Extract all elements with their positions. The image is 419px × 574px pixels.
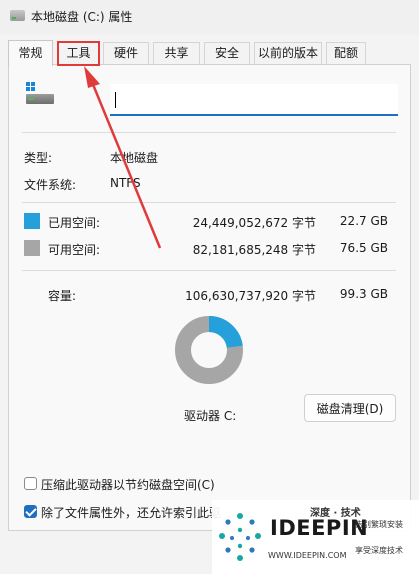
watermark-slogan-2: 享受深度技术 bbox=[355, 546, 403, 555]
tab-general[interactable]: 常规 bbox=[8, 40, 53, 66]
disk-cleanup-button[interactable]: 磁盘清理(D) bbox=[304, 394, 396, 422]
drive-large-icon bbox=[26, 82, 56, 108]
hard-drive-icon bbox=[26, 94, 54, 104]
watermark: 深度 · 技术 IDEEPIN WWW.IDEEPIN.COM 告别繁琐安装 享… bbox=[212, 500, 419, 574]
used-space-size: 22.7 GB bbox=[339, 214, 388, 228]
type-value: 本地磁盘 bbox=[110, 151, 159, 165]
windows-logo-icon bbox=[26, 82, 36, 92]
free-space-swatch bbox=[24, 240, 40, 256]
titlebar: 本地磁盘 (C:) 属性 bbox=[0, 0, 419, 34]
tools-tab-highlight-box bbox=[57, 41, 100, 66]
tab-quota[interactable]: 配额 bbox=[326, 42, 366, 65]
ideepin-logo-icon bbox=[219, 513, 261, 561]
filesystem-value: NTFS bbox=[110, 176, 141, 190]
free-space-label: 可用空间: bbox=[48, 243, 101, 257]
tab-hardware[interactable]: 硬件 bbox=[103, 42, 149, 65]
index-checkbox[interactable] bbox=[24, 505, 37, 518]
tab-previous-versions[interactable]: 以前的版本 bbox=[254, 42, 322, 65]
watermark-brand: IDEEPIN bbox=[270, 516, 369, 540]
separator bbox=[22, 132, 396, 133]
type-label: 类型: bbox=[24, 151, 53, 165]
free-space-size: 76.5 GB bbox=[339, 241, 388, 255]
disk-usage-donut bbox=[175, 316, 243, 384]
separator bbox=[22, 202, 396, 203]
separator bbox=[22, 270, 396, 271]
filesystem-label: 文件系统: bbox=[24, 178, 77, 192]
text-caret bbox=[115, 92, 116, 108]
watermark-url: WWW.IDEEPIN.COM bbox=[268, 551, 347, 560]
drive-name-input[interactable] bbox=[110, 84, 398, 116]
used-space-swatch bbox=[24, 213, 40, 229]
tab-sharing[interactable]: 共享 bbox=[153, 42, 200, 65]
used-space-label: 已用空间: bbox=[48, 216, 101, 230]
index-label[interactable]: 除了文件属性外，还允许索引此驱 bbox=[41, 504, 221, 521]
used-space-bytes: 24,449,052,672 字节 bbox=[192, 216, 316, 230]
free-space-bytes: 82,181,685,248 字节 bbox=[192, 243, 316, 257]
drive-icon bbox=[10, 10, 25, 21]
drive-letter-label: 驱动器 C: bbox=[184, 409, 237, 423]
window-title: 本地磁盘 (C:) 属性 bbox=[31, 10, 133, 24]
compress-checkbox[interactable] bbox=[24, 477, 37, 490]
capacity-label: 容量: bbox=[48, 289, 77, 303]
watermark-slogan-1: 告别繁琐安装 bbox=[355, 520, 403, 529]
capacity-bytes: 106,630,737,920 字节 bbox=[185, 289, 316, 303]
tab-security[interactable]: 安全 bbox=[204, 42, 250, 65]
compress-label[interactable]: 压缩此驱动器以节约磁盘空间(C) bbox=[41, 476, 215, 493]
capacity-size: 99.3 GB bbox=[339, 287, 388, 301]
